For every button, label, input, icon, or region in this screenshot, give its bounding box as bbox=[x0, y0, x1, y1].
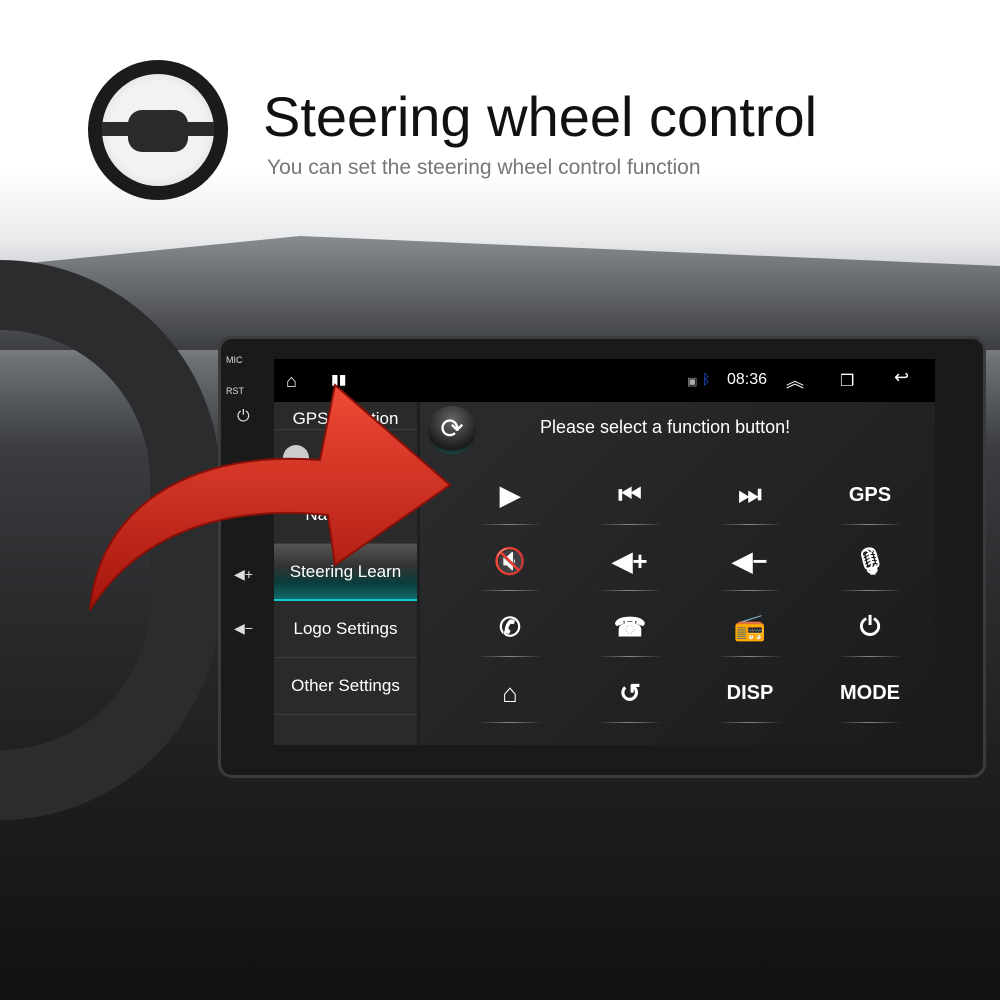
cast-icon: ▣ bbox=[687, 376, 698, 388]
prompt-text: Please select a function button! bbox=[540, 417, 791, 437]
volume-down-icon[interactable]: ◀− bbox=[234, 620, 253, 637]
mute-button[interactable]: 🔇 bbox=[450, 528, 570, 594]
chevron-up-icon[interactable]: ︽ bbox=[786, 367, 804, 393]
microphone-button[interactable]: 🎙 bbox=[810, 528, 930, 594]
gps-button[interactable]: GPS bbox=[810, 462, 930, 528]
radio-button[interactable]: 📻 bbox=[690, 594, 810, 660]
back-icon[interactable]: ↩ bbox=[894, 367, 909, 388]
disp-button[interactable]: DISP bbox=[690, 660, 810, 726]
red-arrow-graphic bbox=[89, 383, 452, 611]
play-button[interactable]: ▶ bbox=[450, 462, 570, 528]
mode-button[interactable]: MODE bbox=[810, 660, 930, 726]
bluetooth-icon: ᛒ bbox=[702, 371, 711, 387]
steering-wheel-icon bbox=[88, 60, 228, 200]
page-subtitle: You can set the steering wheel control f… bbox=[267, 156, 701, 179]
menu-item-other-settings[interactable]: Other Settings bbox=[274, 658, 417, 715]
volume-up-button[interactable]: ◀+ bbox=[570, 528, 690, 594]
home-button[interactable]: ⌂ bbox=[450, 660, 570, 726]
page-title: Steering wheel control bbox=[263, 85, 818, 148]
function-button-grid: ▶ ⏮ ⏭ GPS 🔇 ◀+ ◀− 🎙 ✆ ☎ 📻 ⏻ ⌂ ↺ DISP MODE bbox=[450, 462, 930, 726]
phone-hangup-button[interactable]: ☎ bbox=[570, 594, 690, 660]
phone-answer-button[interactable]: ✆ bbox=[450, 594, 570, 660]
steering-learn-panel: ⟳ Please select a function button! ▶ ⏮ ⏭ GP… bbox=[420, 402, 935, 745]
back-button[interactable]: ↺ bbox=[570, 660, 690, 726]
power-button[interactable]: ⏻ bbox=[810, 594, 930, 660]
volume-down-button[interactable]: ◀− bbox=[690, 528, 810, 594]
mic-label: MIC bbox=[226, 355, 243, 365]
previous-button[interactable]: ⏮ bbox=[570, 462, 690, 528]
next-button[interactable]: ⏭ bbox=[690, 462, 810, 528]
window-icon[interactable]: ❐ bbox=[840, 371, 854, 391]
clock: 08:36 bbox=[727, 371, 768, 388]
